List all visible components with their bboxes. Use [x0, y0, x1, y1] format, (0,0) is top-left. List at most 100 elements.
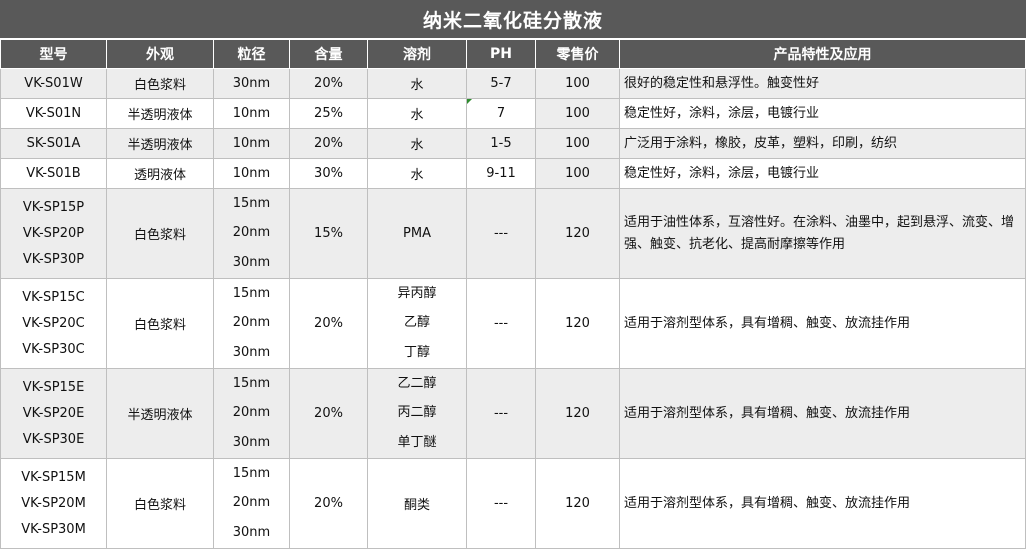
cell-look[interactable]: 白色浆料	[106, 68, 214, 99]
cell-look[interactable]: 透明液体	[106, 158, 214, 189]
size-value: 15nm	[232, 465, 271, 481]
cell-solvents[interactable]: 乙二醇 丙二醇 单丁醚	[367, 368, 467, 459]
cell-solvent[interactable]: 水	[367, 158, 467, 189]
solvent-value: 乙二醇	[397, 375, 437, 391]
table-row: VK-S01N 半透明液体 10nm 25% 水 7 100 稳定性好，涂料，涂…	[0, 98, 1026, 129]
cell-content[interactable]: 15%	[289, 188, 368, 279]
cell-price[interactable]: 120	[535, 368, 620, 459]
size-value: 15nm	[232, 285, 271, 301]
product-table: 型号 外观 粒径 含量 溶剂 PH 零售价 产品特性及应用 VK-S01W 白色…	[0, 39, 1026, 549]
header-model[interactable]: 型号	[0, 39, 107, 69]
cell-sizes[interactable]: 15nm 20nm 30nm	[213, 368, 290, 459]
cell-ph[interactable]: 1-5	[466, 128, 536, 159]
cell-content[interactable]: 20%	[289, 68, 368, 99]
cell-price[interactable]: 100	[535, 68, 620, 99]
header-price[interactable]: 零售价	[535, 39, 620, 69]
cell-price[interactable]: 120	[535, 458, 620, 549]
cell-look[interactable]: 半透明液体	[106, 368, 214, 459]
header-size[interactable]: 粒径	[213, 39, 290, 69]
cell-solvent[interactable]: 水	[367, 68, 467, 99]
model-name: VK-SP15E	[22, 379, 85, 395]
cell-content[interactable]: 20%	[289, 368, 368, 459]
cell-look[interactable]: 半透明液体	[106, 98, 214, 129]
model-name: VK-SP15P	[22, 199, 85, 215]
spreadsheet: 纳米二氧化硅分散液 型号 外观 粒径 含量 溶剂 PH 零售价 产品特性及应用 …	[0, 0, 1026, 549]
table-row-group: VK-SP15C VK-SP20C VK-SP30C 白色浆料 15nm 20n…	[0, 278, 1026, 369]
cell-model[interactable]: VK-S01B	[0, 158, 107, 189]
cell-sizes[interactable]: 15nm 20nm 30nm	[213, 278, 290, 369]
cell-models[interactable]: VK-SP15M VK-SP20M VK-SP30M	[0, 458, 107, 549]
header-solvent[interactable]: 溶剂	[367, 39, 467, 69]
cell-ph[interactable]: ---	[466, 278, 536, 369]
size-value: 30nm	[232, 525, 271, 541]
size-value: 15nm	[232, 195, 271, 211]
model-name: VK-SP20P	[22, 225, 85, 241]
header-look[interactable]: 外观	[106, 39, 214, 69]
cell-size[interactable]: 30nm	[213, 68, 290, 99]
cell-content[interactable]: 20%	[289, 128, 368, 159]
cell-ph[interactable]: 9-11	[466, 158, 536, 189]
cell-solvent[interactable]: PMA	[367, 188, 467, 279]
size-value: 30nm	[232, 255, 271, 271]
cell-sizes[interactable]: 15nm 20nm 30nm	[213, 458, 290, 549]
cell-app[interactable]: 适用于溶剂型体系，具有增稠、触变、放流挂作用	[619, 368, 1026, 459]
cell-models[interactable]: VK-SP15E VK-SP20E VK-SP30E	[0, 368, 107, 459]
header-ph[interactable]: PH	[466, 39, 536, 69]
cell-ph[interactable]: ---	[466, 458, 536, 549]
cell-solvent[interactable]: 水	[367, 128, 467, 159]
table-row-group: VK-SP15P VK-SP20P VK-SP30P 白色浆料 15nm 20n…	[0, 188, 1026, 279]
cell-sizes[interactable]: 15nm 20nm 30nm	[213, 188, 290, 279]
cell-model[interactable]: VK-S01N	[0, 98, 107, 129]
cell-price[interactable]: 100	[535, 98, 620, 129]
size-value: 20nm	[232, 315, 271, 331]
cell-price[interactable]: 100	[535, 128, 620, 159]
cell-content[interactable]: 25%	[289, 98, 368, 129]
cell-model[interactable]: SK-S01A	[0, 128, 107, 159]
cell-ph[interactable]: ---	[466, 188, 536, 279]
cell-solvents[interactable]: 异丙醇 乙醇 丁醇	[367, 278, 467, 369]
cell-ph[interactable]: ---	[466, 368, 536, 459]
cell-solvent[interactable]: 水	[367, 98, 467, 129]
cell-content[interactable]: 30%	[289, 158, 368, 189]
cell-solvent[interactable]: 酮类	[367, 458, 467, 549]
cell-price[interactable]: 120	[535, 278, 620, 369]
cell-look[interactable]: 白色浆料	[106, 278, 214, 369]
solvent-value: 丙二醇	[397, 405, 437, 421]
solvent-value: 丁醇	[403, 345, 430, 361]
cell-price[interactable]: 120	[535, 188, 620, 279]
cell-app[interactable]: 适用于溶剂型体系，具有增稠、触变、放流挂作用	[619, 458, 1026, 549]
cell-look[interactable]: 半透明液体	[106, 128, 214, 159]
cell-look[interactable]: 白色浆料	[106, 458, 214, 549]
cell-ph[interactable]: 7	[466, 98, 536, 129]
cell-app[interactable]: 适用于溶剂型体系，具有增稠、触变、放流挂作用	[619, 278, 1026, 369]
sheet-title: 纳米二氧化硅分散液	[0, 0, 1026, 39]
cell-app[interactable]: 很好的稳定性和悬浮性。触变性好	[619, 68, 1026, 99]
size-value: 30nm	[232, 435, 271, 451]
header-app[interactable]: 产品特性及应用	[619, 39, 1026, 69]
model-name: VK-SP30P	[22, 251, 85, 267]
table-row-group: VK-SP15E VK-SP20E VK-SP30E 半透明液体 15nm 20…	[0, 368, 1026, 459]
cell-size[interactable]: 10nm	[213, 98, 290, 129]
cell-app[interactable]: 广泛用于涂料，橡胶，皮革，塑料，印刷，纺织	[619, 128, 1026, 159]
cell-content[interactable]: 20%	[289, 458, 368, 549]
header-content[interactable]: 含量	[289, 39, 368, 69]
cell-app[interactable]: 稳定性好，涂料，涂层，电镀行业	[619, 158, 1026, 189]
cell-comment-marker	[467, 99, 472, 104]
cell-size[interactable]: 10nm	[213, 128, 290, 159]
cell-look[interactable]: 白色浆料	[106, 188, 214, 279]
cell-size[interactable]: 10nm	[213, 158, 290, 189]
model-name: VK-SP20C	[22, 315, 85, 331]
cell-price[interactable]: 100	[535, 158, 620, 189]
model-name: VK-SP20E	[22, 405, 85, 421]
table-row: SK-S01A 半透明液体 10nm 20% 水 1-5 100 广泛用于涂料，…	[0, 128, 1026, 159]
size-value: 20nm	[232, 495, 271, 511]
cell-app[interactable]: 适用于油性体系，互溶性好。在涂料、油墨中，起到悬浮、流变、增强、触变、抗老化、提…	[619, 188, 1026, 279]
model-name: VK-SP30M	[21, 521, 86, 537]
cell-content[interactable]: 20%	[289, 278, 368, 369]
cell-ph[interactable]: 5-7	[466, 68, 536, 99]
cell-model[interactable]: VK-S01W	[0, 68, 107, 99]
model-name: VK-SP30C	[22, 341, 85, 357]
cell-models[interactable]: VK-SP15C VK-SP20C VK-SP30C	[0, 278, 107, 369]
cell-app[interactable]: 稳定性好，涂料，涂层，电镀行业	[619, 98, 1026, 129]
cell-models[interactable]: VK-SP15P VK-SP20P VK-SP30P	[0, 188, 107, 279]
